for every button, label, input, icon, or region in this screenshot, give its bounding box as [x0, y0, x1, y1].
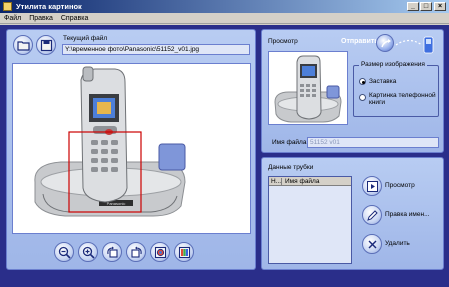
radio-phonebook-label: Картинка телефонной книги [369, 92, 436, 106]
color-adjust-icon [154, 246, 167, 259]
filename-label: Имя файла [272, 139, 307, 146]
rename-label[interactable]: Правка имен... [385, 211, 429, 218]
handset-data-panel: Данные трубки Н... Имя файла Просмотр Пр… [261, 157, 444, 270]
minimize-button[interactable]: _ [407, 2, 419, 11]
column-filename[interactable]: Имя файла [285, 178, 319, 185]
preview-panel: Просмотр Отправить Размер изображения За… [261, 29, 444, 153]
menu-file[interactable]: Файл [0, 13, 25, 24]
zoom-in-button[interactable] [78, 242, 98, 262]
zoom-out-icon [58, 246, 71, 259]
rotate-left-button[interactable] [102, 242, 122, 262]
preview-phone-image [274, 55, 342, 123]
menu-help[interactable]: Справка [57, 13, 92, 24]
filename-field[interactable]: 51152 v01 [307, 137, 439, 148]
app-icon [3, 2, 12, 11]
current-file-label: Текущий файл [63, 35, 108, 42]
delete-x-icon [368, 240, 377, 249]
rotate-right-icon [131, 246, 142, 258]
view-button[interactable] [362, 176, 382, 196]
view-label[interactable]: Просмотр [385, 182, 415, 189]
rename-button[interactable] [362, 205, 382, 225]
delete-label[interactable]: Удалить [385, 240, 410, 247]
floppy-icon [40, 39, 53, 52]
folder-icon [17, 41, 30, 51]
list-header: Н... Имя файла [269, 177, 351, 186]
title-bar: Утилита картинок _ □ × [0, 0, 449, 13]
handset-data-title: Данные трубки [268, 164, 314, 171]
send-label: Отправить [341, 38, 379, 45]
radio-screensaver[interactable] [359, 78, 366, 85]
phone-image: Panasonic [34, 66, 186, 217]
radio-screensaver-label: Заставка [369, 78, 397, 85]
color-bars-button[interactable] [174, 242, 194, 262]
rotate-left-icon [107, 246, 118, 258]
play-icon [367, 181, 378, 192]
zoom-in-icon [82, 246, 95, 259]
pencil-icon [367, 210, 378, 221]
image-size-group-title: Размер изображения [359, 61, 427, 68]
color-bars-icon [178, 246, 191, 259]
image-editor-panel: Текущий файл Y:\временное фото\Panasonic… [6, 29, 256, 270]
preview-title: Просмотр [268, 38, 298, 45]
send-button[interactable] [376, 34, 394, 52]
open-folder-button[interactable] [13, 35, 33, 55]
rotate-right-button[interactable] [126, 242, 146, 262]
image-canvas[interactable]: Panasonic [12, 63, 251, 234]
menu-edit[interactable]: Правка [25, 13, 57, 24]
zoom-out-button[interactable] [54, 242, 74, 262]
image-size-group: Размер изображения Заставка Картинка тел… [353, 61, 439, 117]
current-file-path: Y:\временное фото\Panasonic\51152_v01.jp… [62, 44, 250, 55]
preview-thumbnail [268, 51, 348, 125]
maximize-button[interactable]: □ [420, 2, 432, 11]
save-button[interactable] [36, 35, 56, 55]
color-adjust-button[interactable] [150, 242, 170, 262]
handset-signal-icon [395, 36, 434, 54]
column-number[interactable]: Н... [271, 178, 282, 186]
client-area: Текущий файл Y:\временное фото\Panasonic… [0, 25, 449, 287]
radio-phonebook[interactable] [359, 94, 366, 101]
window-title: Утилита картинок [16, 2, 82, 11]
delete-button[interactable] [362, 234, 382, 254]
send-arrow-icon [381, 39, 391, 48]
handset-file-list[interactable]: Н... Имя файла [268, 176, 352, 264]
close-button[interactable]: × [434, 2, 446, 11]
menu-bar: Файл Правка Справка [0, 13, 449, 24]
